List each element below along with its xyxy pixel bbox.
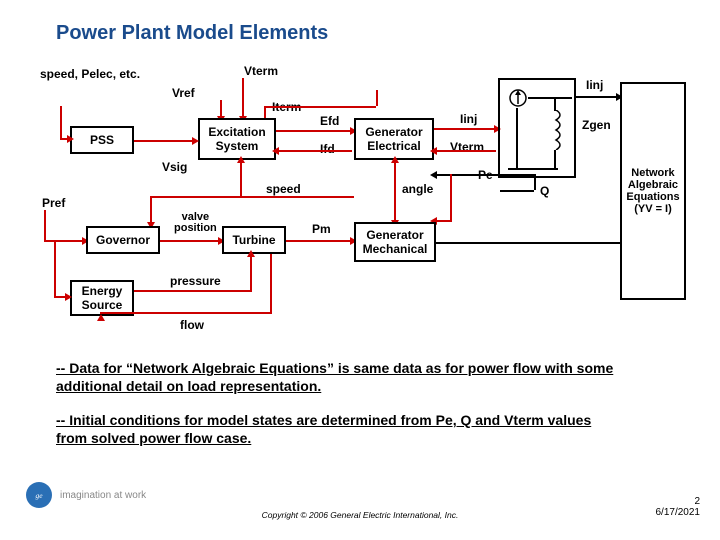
signal-inputs: speed, Pelec, etc.: [40, 68, 140, 81]
note-1: -- Data for “Network Algebraic Equations…: [56, 360, 616, 395]
copyright: Copyright © 2006 General Electric Intern…: [262, 510, 459, 520]
signal-speed: speed: [266, 182, 301, 196]
inductor-icon: [548, 110, 564, 150]
signal-iinj: Iinj: [460, 112, 477, 126]
signal-valve-position: valve position: [174, 212, 217, 234]
signal-zgen: Zgen: [582, 118, 611, 132]
svg-text:ge: ge: [35, 491, 43, 500]
signal-pressure: pressure: [170, 274, 221, 288]
block-governor: Governor: [86, 226, 160, 254]
signal-q: Q: [540, 184, 549, 198]
signal-pm: Pm: [312, 222, 331, 236]
block-diagram: speed, Pelec, etc. PSS Vref Vterm Iterm …: [30, 56, 690, 346]
tagline: imagination at work: [60, 490, 146, 501]
page-footer: 2 6/17/2021: [656, 496, 701, 518]
network-equivalent-circuit: [498, 78, 576, 178]
block-energy-source: Energy Source: [70, 280, 134, 316]
slide-title: Power Plant Model Elements: [56, 22, 328, 45]
signal-vterm: Vterm: [244, 64, 278, 78]
note-2: -- Initial conditions for model states a…: [56, 412, 616, 447]
current-source-icon: [508, 88, 528, 108]
signal-efd: Efd: [320, 114, 339, 128]
block-generator-electrical: Generator Electrical: [354, 118, 434, 160]
page-date: 6/17/2021: [656, 507, 701, 518]
signal-flow: flow: [180, 318, 204, 332]
signal-vref: Vref: [172, 86, 195, 100]
page-number: 2: [656, 496, 701, 507]
signal-iinj2: Iinj: [586, 78, 603, 92]
block-pss: PSS: [70, 126, 134, 154]
block-excitation: Excitation System: [198, 118, 276, 160]
block-generator-mechanical: Generator Mechanical: [354, 222, 436, 262]
block-network-equations: Network Algebraic Equations (YV = I): [620, 82, 686, 300]
logo-area: ge imagination at work: [26, 482, 146, 508]
signal-vsig: Vsig: [162, 160, 187, 174]
ge-logo-icon: ge: [26, 482, 52, 508]
signal-pref: Pref: [42, 196, 65, 210]
signal-angle: angle: [402, 182, 433, 196]
signal-ifd: Ifd: [320, 142, 335, 156]
